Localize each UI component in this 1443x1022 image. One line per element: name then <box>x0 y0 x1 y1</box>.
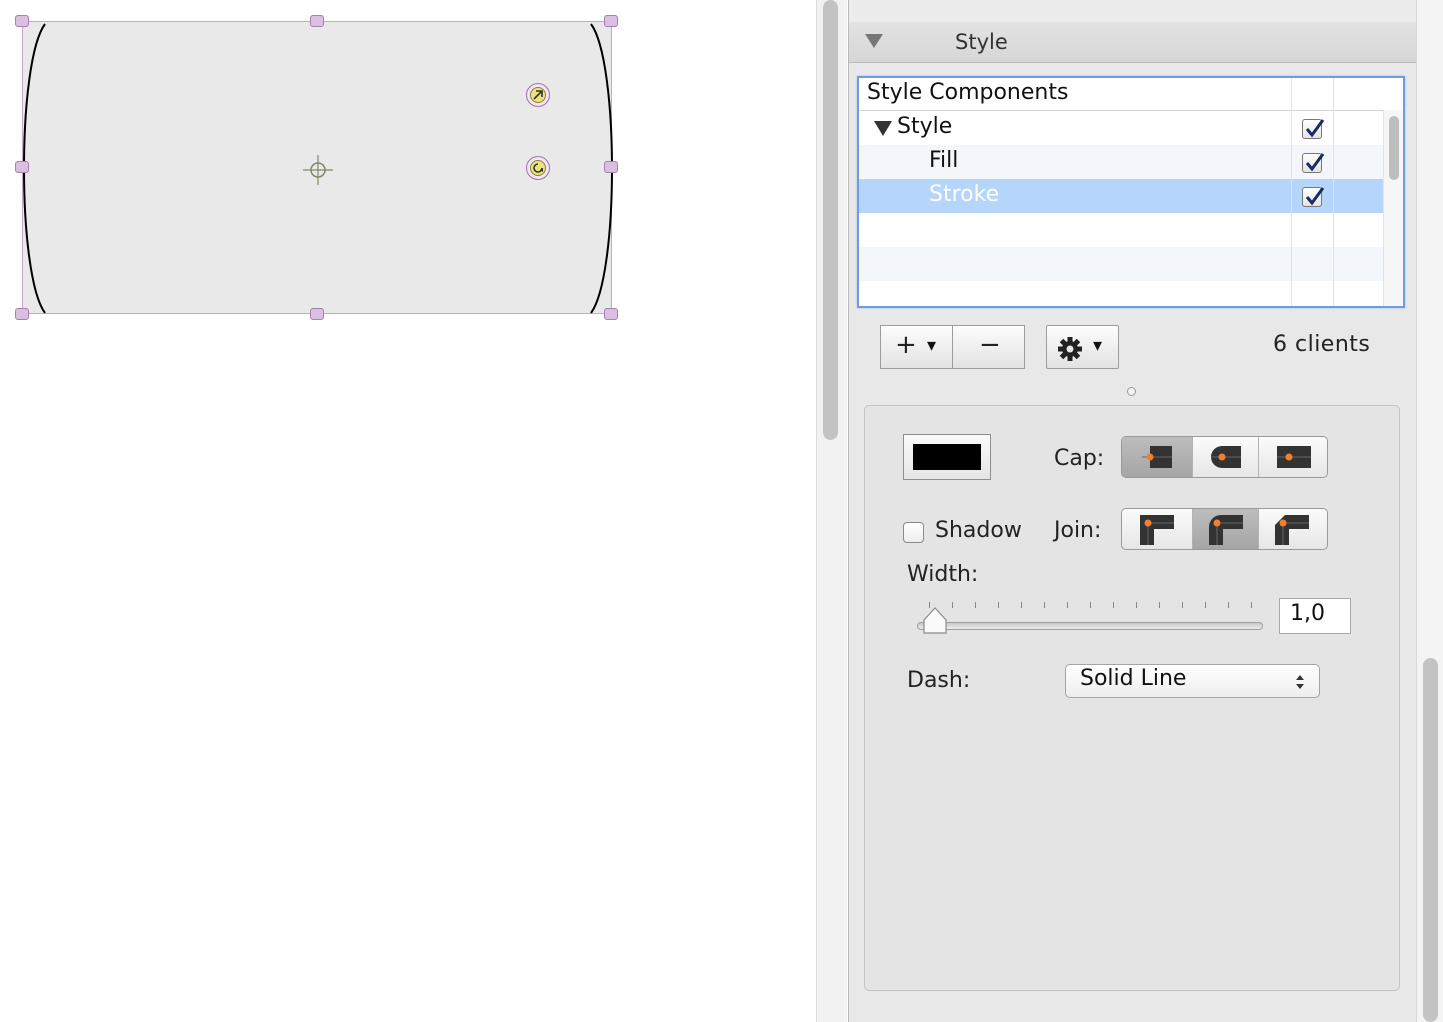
table-scroll-thumb[interactable] <box>1389 116 1399 180</box>
dash-style-popup[interactable]: Solid Line <box>1065 664 1320 698</box>
join-label: Join: <box>1054 518 1102 543</box>
slider-tick <box>1228 602 1229 608</box>
dash-selected-value: Solid Line <box>1080 666 1187 691</box>
width-value-field[interactable]: 1,0 <box>1279 598 1351 634</box>
table-header: Style Components <box>859 78 1403 111</box>
round-cap-icon <box>1211 446 1241 468</box>
stroke-enabled-checkbox[interactable] <box>1302 187 1325 207</box>
rounded-rectangle-shape[interactable] <box>22 21 613 314</box>
resize-handle-bottom-left[interactable] <box>15 308 29 320</box>
row-label: Style <box>897 114 953 139</box>
drawing-canvas[interactable] <box>0 0 816 1022</box>
join-bevel-option[interactable] <box>1258 509 1327 549</box>
table-row-empty <box>859 213 1383 247</box>
cap-square-option[interactable] <box>1258 437 1327 477</box>
join-round-option[interactable] <box>1192 509 1258 549</box>
width-slider-knob[interactable] <box>922 606 948 636</box>
disclosure-triangle-icon[interactable] <box>865 34 883 48</box>
rotate-control-icon[interactable] <box>526 156 550 180</box>
slider-tick <box>998 602 999 608</box>
slider-tick <box>1067 602 1068 608</box>
row-label: Fill <box>929 148 959 173</box>
column-header-style-components: Style Components <box>867 80 1069 105</box>
slider-tick <box>1136 602 1137 608</box>
slider-tick <box>1251 602 1252 608</box>
slider-tick <box>1044 602 1045 608</box>
slider-tick <box>1205 602 1206 608</box>
column-divider <box>1333 78 1334 306</box>
style-components-table[interactable]: Style Components Style Fill Stroke <box>857 76 1405 308</box>
cap-label: Cap: <box>1054 446 1105 471</box>
cap-round-option[interactable] <box>1192 437 1258 477</box>
add-component-button[interactable]: + ▾ <box>880 325 953 369</box>
resize-handle-top-left[interactable] <box>15 15 29 27</box>
miter-join-icon <box>1140 515 1174 545</box>
row-label: Stroke <box>929 182 1000 207</box>
action-menu-button[interactable]: ▾ <box>1046 325 1119 369</box>
resize-handle-bottom-right[interactable] <box>604 308 618 320</box>
slider-tick <box>1159 602 1160 608</box>
caret-down-icon: ▾ <box>927 335 937 356</box>
dash-label: Dash: <box>907 668 971 693</box>
caret-down-icon: ▾ <box>1093 335 1103 356</box>
cap-segmented-control[interactable] <box>1121 436 1328 478</box>
column-divider <box>1291 78 1292 306</box>
expand-triangle-icon[interactable] <box>874 121 892 136</box>
resize-handle-bottom[interactable] <box>310 308 324 320</box>
slider-tick <box>1090 602 1091 608</box>
style-enabled-checkbox[interactable] <box>1302 119 1325 139</box>
gear-icon <box>1058 337 1082 361</box>
round-join-icon <box>1209 515 1243 545</box>
resize-handle-right[interactable] <box>604 161 618 173</box>
splitter-handle[interactable] <box>1127 387 1136 396</box>
join-miter-option[interactable] <box>1122 509 1192 549</box>
width-label: Width: <box>907 562 979 587</box>
style-section-header[interactable]: Style <box>849 22 1417 63</box>
width-slider[interactable] <box>917 622 1263 630</box>
inspector-top-strip <box>849 0 1417 23</box>
stroke-settings-panel: Cap: Shadow Join: Width: 1,0 Dash: Solid… <box>864 405 1400 991</box>
inspector-panel: Style Style Components Style Fill Stroke <box>848 0 1417 1022</box>
section-title: Style <box>955 30 1008 54</box>
remove-component-button[interactable]: − <box>952 325 1025 369</box>
resize-handle-left[interactable] <box>15 161 29 173</box>
slider-tick <box>1182 602 1183 608</box>
slider-tick <box>975 602 976 608</box>
table-row-empty <box>859 281 1383 306</box>
updown-chevron-icon <box>1296 675 1304 689</box>
slider-tick <box>1021 602 1022 608</box>
slider-tick <box>1113 602 1114 608</box>
cap-butt-option[interactable] <box>1122 437 1192 477</box>
shadow-label: Shadow <box>935 518 1022 543</box>
clients-count: 6 clients <box>1273 332 1371 357</box>
slider-tick <box>952 602 953 608</box>
bevel-join-icon <box>1275 515 1309 545</box>
fill-enabled-checkbox[interactable] <box>1302 153 1325 173</box>
square-cap-icon <box>1277 446 1311 468</box>
resize-handle-top-right[interactable] <box>604 15 618 27</box>
butt-cap-icon <box>1142 446 1172 468</box>
color-fill <box>913 444 981 470</box>
resize-handle-top[interactable] <box>310 15 324 27</box>
join-segmented-control[interactable] <box>1121 508 1328 550</box>
scale-control-icon[interactable] <box>526 83 550 107</box>
canvas-scroll-thumb[interactable] <box>823 0 838 440</box>
stroke-color-well[interactable] <box>903 434 991 480</box>
shadow-checkbox[interactable] <box>903 522 924 543</box>
table-row-empty <box>859 247 1383 281</box>
inspector-scroll-thumb[interactable] <box>1423 658 1438 1022</box>
crosshair-icon[interactable] <box>303 155 333 185</box>
